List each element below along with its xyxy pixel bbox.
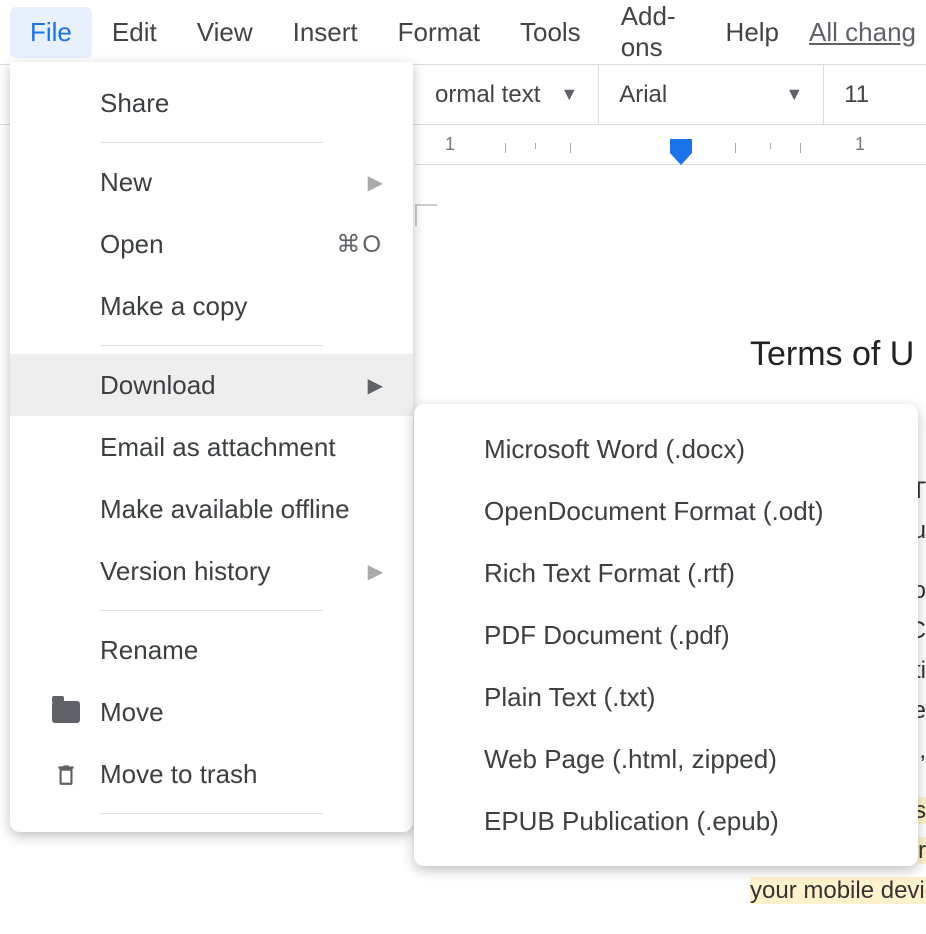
highlighted-text: your mobile device] <box>750 877 926 904</box>
file-download[interactable]: Download ▶ <box>10 354 413 416</box>
file-version-history[interactable]: Version history ▶ <box>10 540 413 602</box>
horizontal-ruler[interactable]: 1 1 <box>415 125 926 165</box>
menu-help[interactable]: Help <box>706 7 799 58</box>
menu-tools[interactable]: Tools <box>500 7 601 58</box>
download-pdf[interactable]: PDF Document (.pdf) <box>414 604 918 666</box>
download-docx[interactable]: Microsoft Word (.docx) <box>414 418 918 480</box>
menu-separator <box>100 142 323 143</box>
font-family-label: Arial <box>619 81 667 109</box>
menu-separator <box>100 610 323 611</box>
download-rtf[interactable]: Rich Text Format (.rtf) <box>414 542 918 604</box>
document-title: Terms of U <box>750 335 926 374</box>
paragraph-style-label: ormal text <box>435 81 540 109</box>
menu-format[interactable]: Format <box>378 7 500 58</box>
file-move-to-trash[interactable]: Move to trash <box>10 743 413 805</box>
file-share[interactable]: Share <box>10 72 413 134</box>
trash-icon <box>50 758 82 790</box>
font-family-select[interactable]: Arial ▼ <box>599 65 824 124</box>
ruler-tick: 1 <box>855 134 865 155</box>
file-rename[interactable]: Rename <box>10 619 413 681</box>
download-submenu: Microsoft Word (.docx) OpenDocument Form… <box>414 404 918 866</box>
download-txt[interactable]: Plain Text (.txt) <box>414 666 918 728</box>
page-corner <box>415 204 437 226</box>
font-size-select[interactable]: 11 <box>824 65 889 124</box>
main-menubar: File Edit View Insert Format Tools Add-o… <box>0 0 926 65</box>
ruler-tick: 1 <box>445 134 455 155</box>
chevron-right-icon: ▶ <box>368 170 383 195</box>
file-open[interactable]: Open ⌘O <box>10 213 413 275</box>
file-move[interactable]: Move <box>10 681 413 743</box>
menu-insert[interactable]: Insert <box>273 7 378 58</box>
download-odt[interactable]: OpenDocument Format (.odt) <box>414 480 918 542</box>
file-menu-dropdown: Share New ▶ Open ⌘O Make a copy Download… <box>10 62 413 832</box>
caret-down-icon: ▼ <box>560 84 578 105</box>
font-size-value: 11 <box>844 81 869 109</box>
caret-down-icon: ▼ <box>785 84 803 105</box>
file-email-attachment[interactable]: Email as attachment <box>10 416 413 478</box>
menu-edit[interactable]: Edit <box>92 7 177 58</box>
file-new[interactable]: New ▶ <box>10 151 413 213</box>
download-html[interactable]: Web Page (.html, zipped) <box>414 728 918 790</box>
indent-triangle-icon[interactable] <box>670 153 692 165</box>
menu-file[interactable]: File <box>10 7 92 58</box>
file-available-offline[interactable]: Make available offline <box>10 478 413 540</box>
folder-icon <box>50 696 82 728</box>
menu-separator <box>100 345 323 346</box>
download-epub[interactable]: EPUB Publication (.epub) <box>414 790 918 852</box>
indent-marker-icon[interactable] <box>670 139 692 153</box>
menu-view[interactable]: View <box>177 7 273 58</box>
paragraph-style-select[interactable]: ormal text ▼ <box>415 65 599 124</box>
menu-addons[interactable]: Add-ons <box>601 0 706 73</box>
keyboard-shortcut: ⌘O <box>336 230 383 259</box>
save-status[interactable]: All chang <box>809 17 916 48</box>
chevron-right-icon: ▶ <box>368 373 383 398</box>
chevron-right-icon: ▶ <box>368 559 383 584</box>
menu-separator <box>100 813 323 814</box>
file-make-copy[interactable]: Make a copy <box>10 275 413 337</box>
